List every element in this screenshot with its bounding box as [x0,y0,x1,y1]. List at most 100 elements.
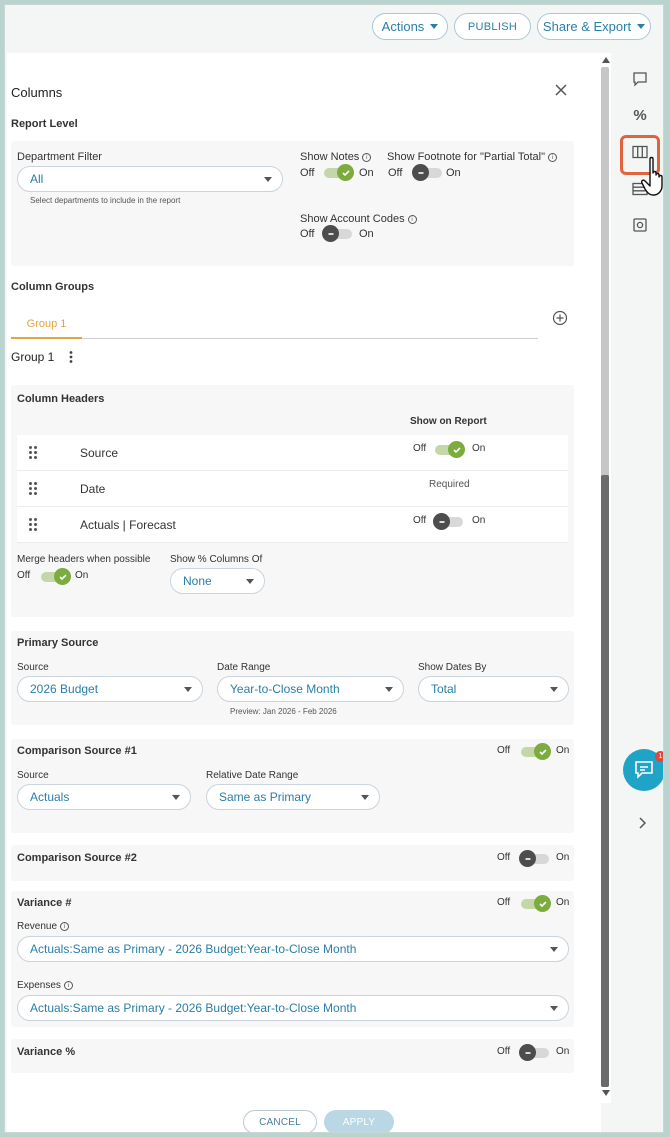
caret-down-icon [264,177,272,182]
primary-source-label: Source [17,662,49,673]
show-dates-value: Total [431,682,457,696]
revenue-label: Revenue i [17,921,70,932]
comparison-1-toggle[interactable] [521,743,551,760]
check-icon [534,743,551,760]
info-icon[interactable]: i [407,215,417,224]
tab-group-1[interactable]: Group 1 [11,311,82,339]
check-icon [54,568,71,585]
comparison-2-heading: Comparison Source #2 [17,852,137,864]
show-footnote-off-label: Off [388,167,403,179]
scroll-down-arrow-icon[interactable] [602,1090,610,1096]
caret-down-icon [172,795,180,800]
source-header-toggle[interactable] [435,441,465,458]
comparison-2-on-label: On [556,852,570,863]
percent-icon[interactable]: % [630,105,650,125]
info-icon[interactable]: i [362,153,372,162]
variance-percent-on-label: On [556,1046,570,1057]
top-toolbar: Actions PUBLISH Share & Export [5,5,663,49]
show-pct-columns-value: None [183,574,212,588]
merge-headers-label: Merge headers when possible [17,554,151,565]
comparison-source-1-card: Comparison Source #1 Off On Source Actua… [11,739,574,833]
check-icon [534,895,551,912]
table-row: Source Off On [17,435,568,471]
add-group-icon[interactable] [552,310,568,326]
comment-icon[interactable] [630,69,650,89]
show-dates-select[interactable]: Total [418,676,569,702]
date-range-select[interactable]: Year-to-Close Month [217,676,404,702]
chevron-right-icon[interactable] [632,813,652,833]
publish-button[interactable]: PUBLISH [454,13,531,40]
variance-percent-heading: Variance % [17,1046,76,1058]
caret-down-icon [550,1006,558,1011]
show-notes-off-label: Off [300,167,315,179]
department-filter-select[interactable]: All [17,166,283,192]
show-notes-label-text: Show Notes [300,151,360,163]
caret-down-icon [246,579,254,584]
info-icon[interactable]: i [60,922,70,931]
apply-button[interactable]: APPLY [324,1110,394,1132]
minus-icon [322,225,339,242]
show-account-codes-label: Show Account Codes i [300,213,417,225]
scroll-up-arrow-icon[interactable] [602,57,610,63]
revenue-variance-select[interactable]: Actuals:Same as Primary - 2026 Budget:Ye… [17,936,569,962]
caret-down-icon [637,24,646,29]
caret-down-icon [385,687,393,692]
show-pct-columns-select[interactable]: None [170,568,265,594]
actions-button[interactable]: Actions [372,13,448,40]
column-headers-heading: Column Headers [17,393,105,405]
drag-handle-icon[interactable] [29,482,39,496]
relative-date-range-select[interactable]: Same as Primary [206,784,380,810]
variance-percent-toggle[interactable] [519,1044,549,1061]
comparison-1-on-label: On [556,745,570,756]
cancel-label: CANCEL [259,1116,301,1128]
show-account-codes-off-label: Off [300,228,315,240]
share-export-label: Share & Export [542,19,632,34]
variance-number-toggle[interactable] [521,895,551,912]
column-header-name: Source [80,446,119,460]
info-icon[interactable]: i [63,981,73,990]
show-footnote-toggle[interactable] [412,164,442,181]
chat-icon [635,761,653,779]
revenue-label-text: Revenue [17,921,58,932]
row-off-label: Off [413,443,427,454]
info-icon[interactable]: i [548,153,558,162]
column-header-name: Date [80,482,106,496]
comparison-source-2-card: Comparison Source #2 Off On [11,845,574,881]
comparison-2-toggle[interactable] [519,850,549,867]
show-notes-on-label: On [359,167,374,179]
caret-down-icon [550,687,558,692]
comparison-1-off-label: Off [497,745,511,756]
more-vertical-icon[interactable] [68,350,74,364]
comparison-1-source-select[interactable]: Actuals [17,784,191,810]
variance-number-heading: Variance # [17,897,72,909]
actuals-forecast-header-toggle[interactable] [433,513,463,530]
variance-percent-card: Variance % Off On [11,1039,574,1073]
variance-number-off-label: Off [497,897,511,908]
close-icon[interactable] [554,83,568,97]
drag-handle-icon[interactable] [29,446,39,460]
cancel-button[interactable]: CANCEL [243,1110,317,1132]
minus-icon [433,513,450,530]
expenses-variance-select[interactable]: Actuals:Same as Primary - 2026 Budget:Ye… [17,995,569,1021]
minus-icon [412,164,429,181]
primary-source-select[interactable]: 2026 Budget [17,676,203,702]
date-range-value: Year-to-Close Month [230,682,340,696]
chat-badge: 1 [655,751,663,762]
caret-down-icon [361,795,369,800]
show-notes-toggle[interactable] [324,164,354,181]
variance-percent-off-label: Off [497,1046,511,1057]
primary-source-heading: Primary Source [17,637,99,649]
merge-headers-toggle[interactable] [41,568,71,585]
tabs-divider [11,338,538,339]
row-on-label: On [472,443,486,454]
show-account-codes-toggle[interactable] [322,225,352,242]
drag-handle-icon[interactable] [29,518,39,532]
scrollbar-thumb[interactable] [601,475,609,1087]
comparison-1-heading: Comparison Source #1 [17,745,137,757]
table-row: Actuals | Forecast Off On [17,507,568,543]
share-export-button[interactable]: Share & Export [537,13,651,40]
variance-number-card: Variance # Off On Revenue i Actuals:Same … [11,891,574,1027]
settings-icon[interactable] [630,215,650,235]
tab-group-1-label: Group 1 [26,318,67,330]
check-icon [337,164,354,181]
